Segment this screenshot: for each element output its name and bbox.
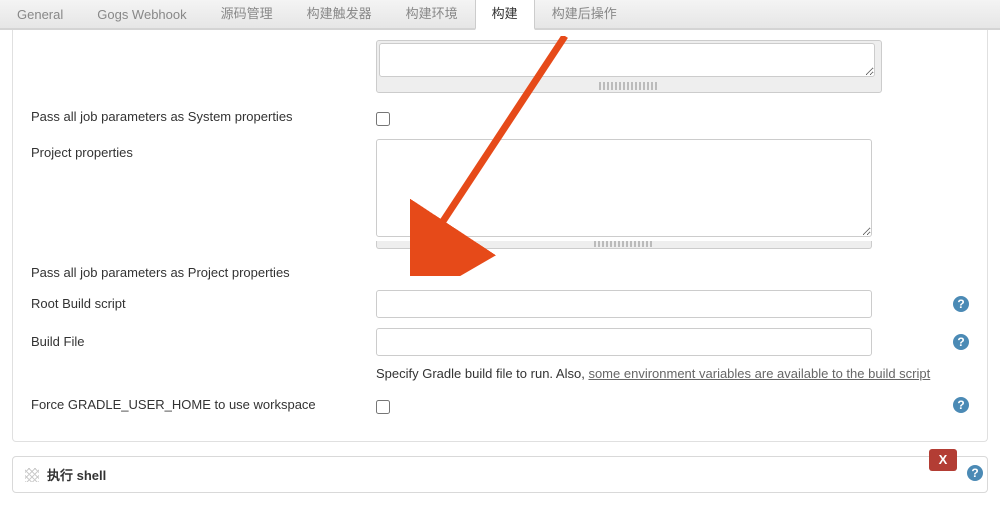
build-file-label: Build File: [31, 328, 376, 349]
gradle-step-panel: Pass all job parameters as System proper…: [12, 30, 988, 442]
config-tabbar: General Gogs Webhook 源码管理 构建触发器 构建环境 构建 …: [0, 0, 1000, 30]
tab-general[interactable]: General: [0, 0, 80, 28]
spacer: [31, 40, 376, 46]
tab-gogs-webhook[interactable]: Gogs Webhook: [80, 0, 203, 28]
spacer: [31, 366, 376, 372]
help-icon[interactable]: ?: [953, 296, 969, 312]
tab-triggers[interactable]: 构建触发器: [290, 0, 389, 28]
project-properties-label: Project properties: [31, 139, 376, 160]
tab-source[interactable]: 源码管理: [204, 0, 290, 28]
tab-build[interactable]: 构建: [475, 0, 535, 30]
resize-grip-icon[interactable]: [594, 241, 654, 247]
force-gradle-home-checkbox[interactable]: [376, 400, 390, 414]
root-build-script-input[interactable]: [376, 290, 872, 318]
help-icon[interactable]: ?: [967, 465, 983, 481]
pass-system-checkbox[interactable]: [376, 112, 390, 126]
page-body: Pass all job parameters as System proper…: [0, 30, 1000, 493]
execute-shell-section: 执行 shell X ?: [12, 456, 988, 493]
root-build-script-label: Root Build script: [31, 290, 376, 311]
help-icon[interactable]: ?: [953, 334, 969, 350]
build-file-helptext: Specify Gradle build file to run. Also, …: [376, 366, 969, 381]
env-vars-link[interactable]: some environment variables are available…: [588, 366, 930, 381]
tab-env[interactable]: 构建环境: [389, 0, 475, 28]
build-file-input[interactable]: [376, 328, 872, 356]
build-file-help-prefix: Specify Gradle build file to run. Also,: [376, 366, 588, 381]
pass-system-label: Pass all job parameters as System proper…: [31, 103, 376, 124]
force-gradle-home-label: Force GRADLE_USER_HOME to use workspace: [31, 391, 376, 412]
pass-project-label: Pass all job parameters as Project prope…: [31, 259, 376, 280]
drag-handle-icon[interactable]: [25, 468, 39, 482]
execute-shell-title: 执行 shell: [47, 465, 106, 484]
tab-postbuild[interactable]: 构建后操作: [535, 0, 634, 28]
delete-step-button[interactable]: X: [929, 449, 957, 471]
top-textarea-wrap: [376, 40, 882, 93]
top-textarea[interactable]: [379, 43, 875, 77]
help-icon[interactable]: ?: [953, 397, 969, 413]
resize-grip-icon[interactable]: [599, 82, 659, 90]
project-properties-textarea[interactable]: [376, 139, 872, 237]
